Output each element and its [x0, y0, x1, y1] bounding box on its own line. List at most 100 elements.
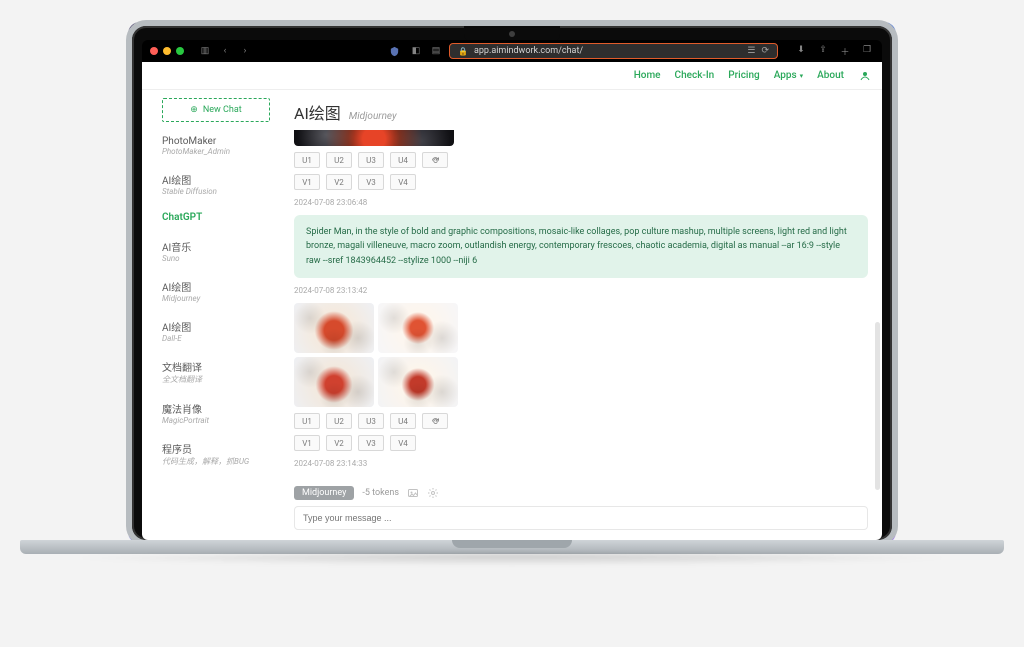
upscale-u4-button[interactable]: U4 — [390, 413, 416, 429]
token-counter: -5 tokens — [362, 488, 399, 498]
chat-log[interactable]: U1 U2 U3 U4 V1 V2 V3 V4 — [280, 130, 882, 480]
upscale-buttons: U1 U2 U3 U4 — [294, 152, 868, 168]
user-avatar-icon[interactable] — [858, 69, 872, 83]
image-attach-icon[interactable] — [407, 487, 419, 499]
sidebar-item-subtitle: 代码生成，解释，抓BUG — [162, 456, 270, 467]
sidebar-item-title: 程序员 — [162, 441, 270, 456]
sidebar-item-magicportrait[interactable]: 魔法肖像 MagicPortrait — [162, 399, 270, 433]
variation-v2-button[interactable]: V2 — [326, 435, 352, 451]
sidebar-item-title: AI音乐 — [162, 239, 270, 254]
plus-icon: ⊕ — [190, 105, 198, 115]
new-chat-label: New Chat — [203, 105, 242, 115]
upscale-buttons: U1 U2 U3 U4 — [294, 413, 868, 429]
timestamp: 2024-07-08 23:14:33 — [294, 459, 868, 468]
sidebar-item-subtitle: Midjourney — [162, 294, 270, 303]
sidebar-item-subtitle: PhotoMaker_Admin — [162, 147, 270, 156]
sidebar-item-chatgpt[interactable]: ChatGPT — [162, 210, 270, 231]
sidebar-toggle-icon[interactable]: ▥ — [198, 46, 212, 56]
sidebar-item-title: AI绘图 — [162, 172, 270, 187]
minimize-window-icon[interactable] — [163, 47, 171, 55]
nav-about[interactable]: About — [817, 70, 844, 81]
shield-icon[interactable] — [389, 46, 403, 57]
share-icon[interactable]: ⇪ — [816, 45, 830, 58]
nav-apps-dropdown[interactable]: Apps — [774, 70, 803, 81]
sidebar-item-photomaker[interactable]: PhotoMaker PhotoMaker_Admin — [162, 134, 270, 164]
extensions-icon[interactable]: ◧ — [409, 46, 423, 56]
address-text: app.aimindwork.com/chat/ — [474, 46, 583, 56]
close-window-icon[interactable] — [150, 47, 158, 55]
maximize-window-icon[interactable] — [176, 47, 184, 55]
tabs-icon[interactable]: ❐ — [860, 45, 874, 58]
result-image-1[interactable] — [294, 303, 374, 353]
upscale-u3-button[interactable]: U3 — [358, 152, 384, 168]
refresh-icon — [431, 156, 440, 165]
result-image-3[interactable] — [294, 357, 374, 407]
download-icon[interactable]: ⬇ — [794, 45, 808, 58]
reroll-button[interactable] — [422, 413, 448, 429]
sidebar: ⊕ New Chat PhotoMaker PhotoMaker_Admin A… — [142, 90, 280, 540]
sidebar-item-stable-diffusion[interactable]: AI绘图 Stable Diffusion — [162, 170, 270, 204]
model-chip[interactable]: Midjourney — [294, 486, 354, 500]
sidebar-item-subtitle: MagicPortrait — [162, 416, 270, 425]
nav-pricing[interactable]: Pricing — [728, 70, 759, 81]
upscale-u3-button[interactable]: U3 — [358, 413, 384, 429]
variation-buttons: V1 V2 V3 V4 — [294, 435, 868, 451]
refresh-icon — [431, 417, 440, 426]
sidebar-item-dalle[interactable]: AI绘图 Dall-E — [162, 317, 270, 351]
chat-header: AI绘图 Midjourney — [280, 90, 882, 130]
result-image-2[interactable] — [378, 303, 458, 353]
sidebar-item-title: 魔法肖像 — [162, 401, 270, 416]
sidebar-item-suno[interactable]: AI音乐 Suno — [162, 237, 270, 271]
new-tab-icon[interactable]: ＋ — [838, 45, 852, 58]
reload-icon[interactable]: ⟳ — [761, 46, 769, 56]
address-bar[interactable]: 🔒 app.aimindwork.com/chat/ ☰ ⟳ — [449, 43, 778, 59]
variation-v4-button[interactable]: V4 — [390, 435, 416, 451]
sidebar-item-subtitle: Dall-E — [162, 334, 270, 343]
page-title: AI绘图 — [294, 100, 341, 124]
variation-buttons: V1 V2 V3 V4 — [294, 174, 868, 190]
reroll-button[interactable] — [422, 152, 448, 168]
variation-v1-button[interactable]: V1 — [294, 174, 320, 190]
variation-v3-button[interactable]: V3 — [358, 174, 384, 190]
result-grid — [294, 303, 868, 407]
sidebar-item-title: AI绘图 — [162, 319, 270, 334]
variation-v2-button[interactable]: V2 — [326, 174, 352, 190]
sidebar-item-subtitle: Suno — [162, 254, 270, 263]
result-image[interactable] — [294, 130, 454, 146]
top-nav: Home Check-In Pricing Apps About — [142, 62, 882, 90]
back-icon[interactable]: ‹ — [218, 46, 232, 56]
upscale-u1-button[interactable]: U1 — [294, 413, 320, 429]
laptop-deck — [20, 540, 1004, 554]
main-panel: AI绘图 Midjourney U1 U2 U3 U4 — [280, 90, 882, 540]
timestamp: 2024-07-08 23:13:42 — [294, 286, 868, 295]
upscale-u4-button[interactable]: U4 — [390, 152, 416, 168]
upscale-u1-button[interactable]: U1 — [294, 152, 320, 168]
reader-mode-icon[interactable]: ☰ — [747, 46, 755, 56]
variation-v4-button[interactable]: V4 — [390, 174, 416, 190]
sidebar-item-doctranslate[interactable]: 文档翻译 全文档翻译 — [162, 357, 270, 393]
lock-icon: 🔒 — [458, 47, 468, 56]
variation-v1-button[interactable]: V1 — [294, 435, 320, 451]
timestamp: 2024-07-08 23:06:48 — [294, 198, 868, 207]
settings-gear-icon[interactable] — [427, 487, 439, 499]
message-input[interactable] — [294, 506, 868, 530]
new-chat-button[interactable]: ⊕ New Chat — [162, 98, 270, 122]
upscale-u2-button[interactable]: U2 — [326, 152, 352, 168]
forward-icon[interactable]: › — [238, 46, 252, 56]
nav-checkin[interactable]: Check-In — [675, 70, 715, 81]
result-thumbnails-prev — [294, 130, 868, 146]
composer: Midjourney -5 tokens — [280, 480, 882, 540]
sidebar-item-programmer[interactable]: 程序员 代码生成，解释，抓BUG — [162, 439, 270, 475]
variation-v3-button[interactable]: V3 — [358, 435, 384, 451]
result-image-4[interactable] — [378, 357, 458, 407]
nav-home[interactable]: Home — [634, 70, 661, 81]
browser-chrome: ▥ ‹ › ◧ ▤ 🔒 app.aimindwork.com/chat/ ☰ ⟳… — [142, 40, 882, 62]
window-controls[interactable] — [150, 47, 184, 55]
scrollbar-thumb[interactable] — [875, 322, 880, 490]
sidebar-item-title: ChatGPT — [162, 212, 270, 223]
sidebar-item-midjourney[interactable]: AI绘图 Midjourney — [162, 277, 270, 311]
upscale-u2-button[interactable]: U2 — [326, 413, 352, 429]
page-subtitle: Midjourney — [349, 111, 397, 122]
sidebar-item-title: PhotoMaker — [162, 136, 270, 147]
reader-icon[interactable]: ▤ — [429, 46, 443, 56]
